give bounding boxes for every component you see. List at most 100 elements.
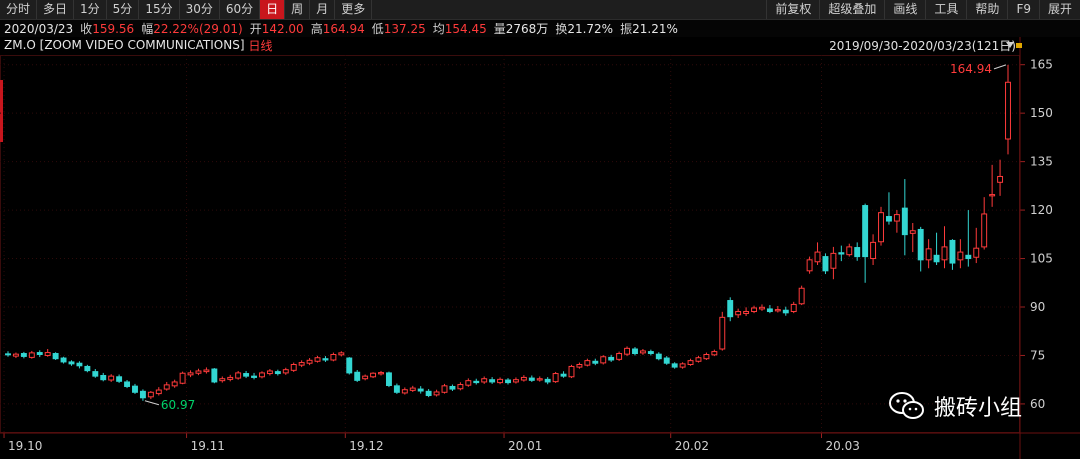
candle-body [703,353,710,360]
candle-body [60,357,67,363]
candle-body [306,359,313,364]
candle-body [362,375,369,380]
candle-body [1005,81,1011,140]
candle-body [759,306,765,310]
candle-body [433,391,440,396]
candle-body [449,385,456,390]
x-tick-label: 20.02 [675,439,709,453]
x-tick-label: 20.03 [825,439,859,453]
candle-body [338,352,345,356]
candle-body [243,373,250,377]
y-tick-label: 75 [1030,348,1045,362]
low-label: 60.97 [161,398,195,412]
candle-body [147,391,154,398]
candle-body [481,378,488,383]
candle-body [743,311,750,314]
watermark: 搬砖小组 [888,390,1022,422]
candle-body [505,379,511,384]
candle-body [901,207,908,236]
candle-body [719,316,726,350]
candle-body [695,357,702,362]
x-tick-label: 20.01 [508,439,542,453]
candle-body [425,390,432,397]
candle-body [473,380,480,384]
candle-body [163,384,170,390]
candle-body [44,352,51,356]
candle-body [957,251,964,261]
candle-body [139,390,146,399]
candle-body [870,241,877,260]
candle-body [68,361,75,365]
candle-body [132,385,138,393]
candle-body [608,356,615,361]
candle-body [592,360,599,364]
candle-body [92,371,99,377]
candle-body [211,368,218,383]
candle-body [155,389,162,395]
candle-body [36,352,43,355]
candle-body [544,378,551,383]
candle-body [417,388,424,392]
candle-body [259,372,265,378]
candle-body [933,254,940,263]
candle-body [616,353,623,360]
candle-body [560,373,567,377]
candle-body [735,311,742,316]
candle-body [893,214,900,222]
candle-body [235,372,242,379]
candle-body [298,362,305,366]
candle-body [266,370,273,375]
candle-body [814,251,821,263]
y-tick-label: 60 [1030,397,1045,411]
candle-body [282,369,289,374]
candle-body [100,374,107,381]
candle-body [465,380,472,386]
candle-body [370,372,377,378]
candle-body [108,375,115,381]
candle-body [624,347,631,355]
candle-body [989,194,996,197]
candle-body [179,372,186,384]
candle-body [322,358,329,361]
candle-body [806,259,813,272]
candle-body [655,353,662,360]
candle-body [116,376,123,382]
candle-body [790,303,797,313]
lock-icon [1016,43,1022,48]
candle-body [314,357,321,362]
candle-body [28,352,35,358]
candle-body [663,357,670,364]
candle-body [647,351,654,355]
x-tick-label: 19.11 [191,439,225,453]
candle-body [124,381,131,387]
candle-body [782,309,789,314]
candle-body [274,371,281,375]
candle-body [528,377,535,381]
candle-body [925,248,932,261]
candle-body [600,356,607,364]
candle-body [497,378,504,384]
candle-body [798,287,805,305]
candle-body [632,348,638,355]
candle-body [822,256,829,272]
candle-body [52,353,59,360]
candle-body [84,365,91,372]
candle-body [838,252,845,255]
y-tick-label: 90 [1030,300,1045,314]
candle-body [393,385,400,393]
candle-body [965,254,972,260]
candle-body [76,362,83,367]
candle-body [187,372,194,376]
candle-body [457,384,464,390]
candle-body [330,353,337,361]
candle-body [909,230,916,234]
candle-body [401,389,408,394]
candle-body [441,385,448,393]
candle-body [552,373,559,383]
candle-body [20,353,27,357]
range-dropdown-icon [1006,42,1014,48]
candle-body [687,360,694,366]
candle-body [751,307,757,313]
candle-body [766,308,773,313]
candle-body [727,300,734,318]
